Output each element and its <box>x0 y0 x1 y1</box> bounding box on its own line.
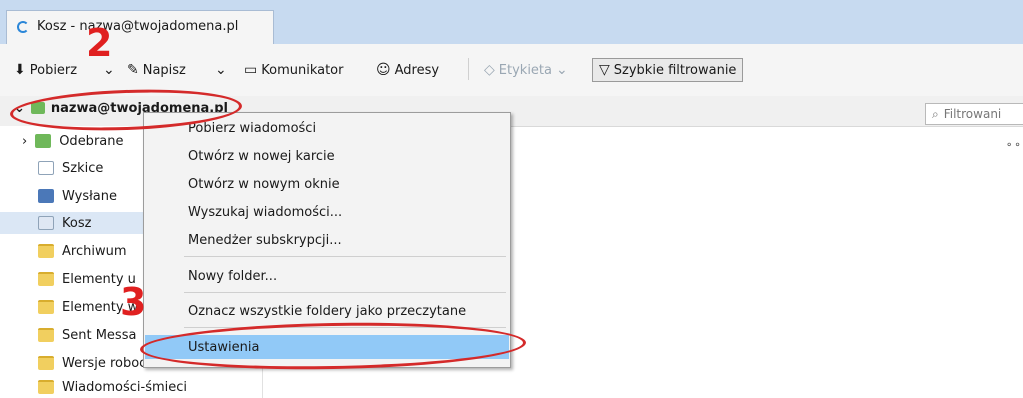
download-icon: ⬇ <box>14 62 26 78</box>
address-book-button[interactable]: ☺ Adresy <box>376 58 439 82</box>
tab-title: Kosz - nazwa@twojadomena.pl <box>37 19 239 34</box>
menu-item-open-new-window[interactable]: Otwórz w nowym oknie <box>145 172 509 196</box>
pencil-icon: ✎ <box>127 62 139 78</box>
column-picker-icon[interactable]: ⚬⚬ <box>1005 140 1022 151</box>
menu-item-subscriptions[interactable]: Menedżer subskrypcji... <box>145 228 509 252</box>
tag-icon: ◇ <box>484 62 495 78</box>
folder-icon <box>38 328 54 342</box>
drafts-icon <box>38 161 54 175</box>
write-button[interactable]: ✎ Napisz <box>127 58 186 82</box>
trash-icon <box>38 216 54 230</box>
quick-filter-input[interactable]: ⌕ Filtrowani <box>925 103 1023 125</box>
folder-item-sent-messages[interactable]: Sent Messa <box>38 324 136 346</box>
get-mail-button[interactable]: ⬇ Pobierz <box>14 58 77 82</box>
inbox-icon <box>35 134 52 148</box>
write-dropdown[interactable]: ⌄ <box>215 58 227 82</box>
chevron-down-icon: ⌄ <box>215 62 227 78</box>
annotation-step-2: 2 <box>86 21 113 65</box>
folder-icon <box>38 244 54 258</box>
menu-separator <box>184 292 506 293</box>
chat-bubble-icon: ▭ <box>244 62 258 78</box>
tag-button[interactable]: ◇ Etykieta ⌄ <box>484 58 568 82</box>
chevron-right-icon[interactable]: › <box>22 134 27 149</box>
tab-trash[interactable]: Kosz - nazwa@twojadomena.pl <box>6 10 274 44</box>
quick-filter-button[interactable]: ▽ Szybkie filtrowanie <box>592 58 744 82</box>
folder-item-spam[interactable]: Wiadomości-śmieci <box>38 376 187 398</box>
folder-icon <box>38 380 54 394</box>
folder-item-inbox[interactable]: › Odebrane <box>22 130 124 152</box>
folder-icon <box>38 356 54 370</box>
chat-button[interactable]: ▭ Komunikator <box>244 58 343 82</box>
annotation-step-3: 3 <box>120 280 147 324</box>
contacts-icon: ☺ <box>376 62 391 78</box>
search-icon: ⌕ <box>932 106 939 121</box>
toolbar-separator <box>468 58 469 80</box>
folder-item-archive[interactable]: Archiwum <box>38 240 127 262</box>
menu-separator <box>184 256 506 257</box>
folder-icon <box>38 272 54 286</box>
folder-item-trash[interactable]: Kosz <box>38 212 91 234</box>
folder-item-drafts[interactable]: Szkice <box>38 157 103 179</box>
folder-item-sent[interactable]: Wysłane <box>38 185 117 207</box>
funnel-icon: ▽ <box>599 62 610 78</box>
loading-icon <box>17 21 29 33</box>
sent-icon <box>38 189 54 203</box>
menu-item-new-folder[interactable]: Nowy folder... <box>145 264 509 288</box>
menu-item-open-new-tab[interactable]: Otwórz w nowej karcie <box>145 144 509 168</box>
folder-icon <box>38 300 54 314</box>
menu-item-search-messages[interactable]: Wyszukaj wiadomości... <box>145 200 509 224</box>
chevron-down-icon: ⌄ <box>556 62 568 78</box>
menu-item-mark-all-read[interactable]: Oznacz wszystkie foldery jako przeczytan… <box>145 299 509 323</box>
